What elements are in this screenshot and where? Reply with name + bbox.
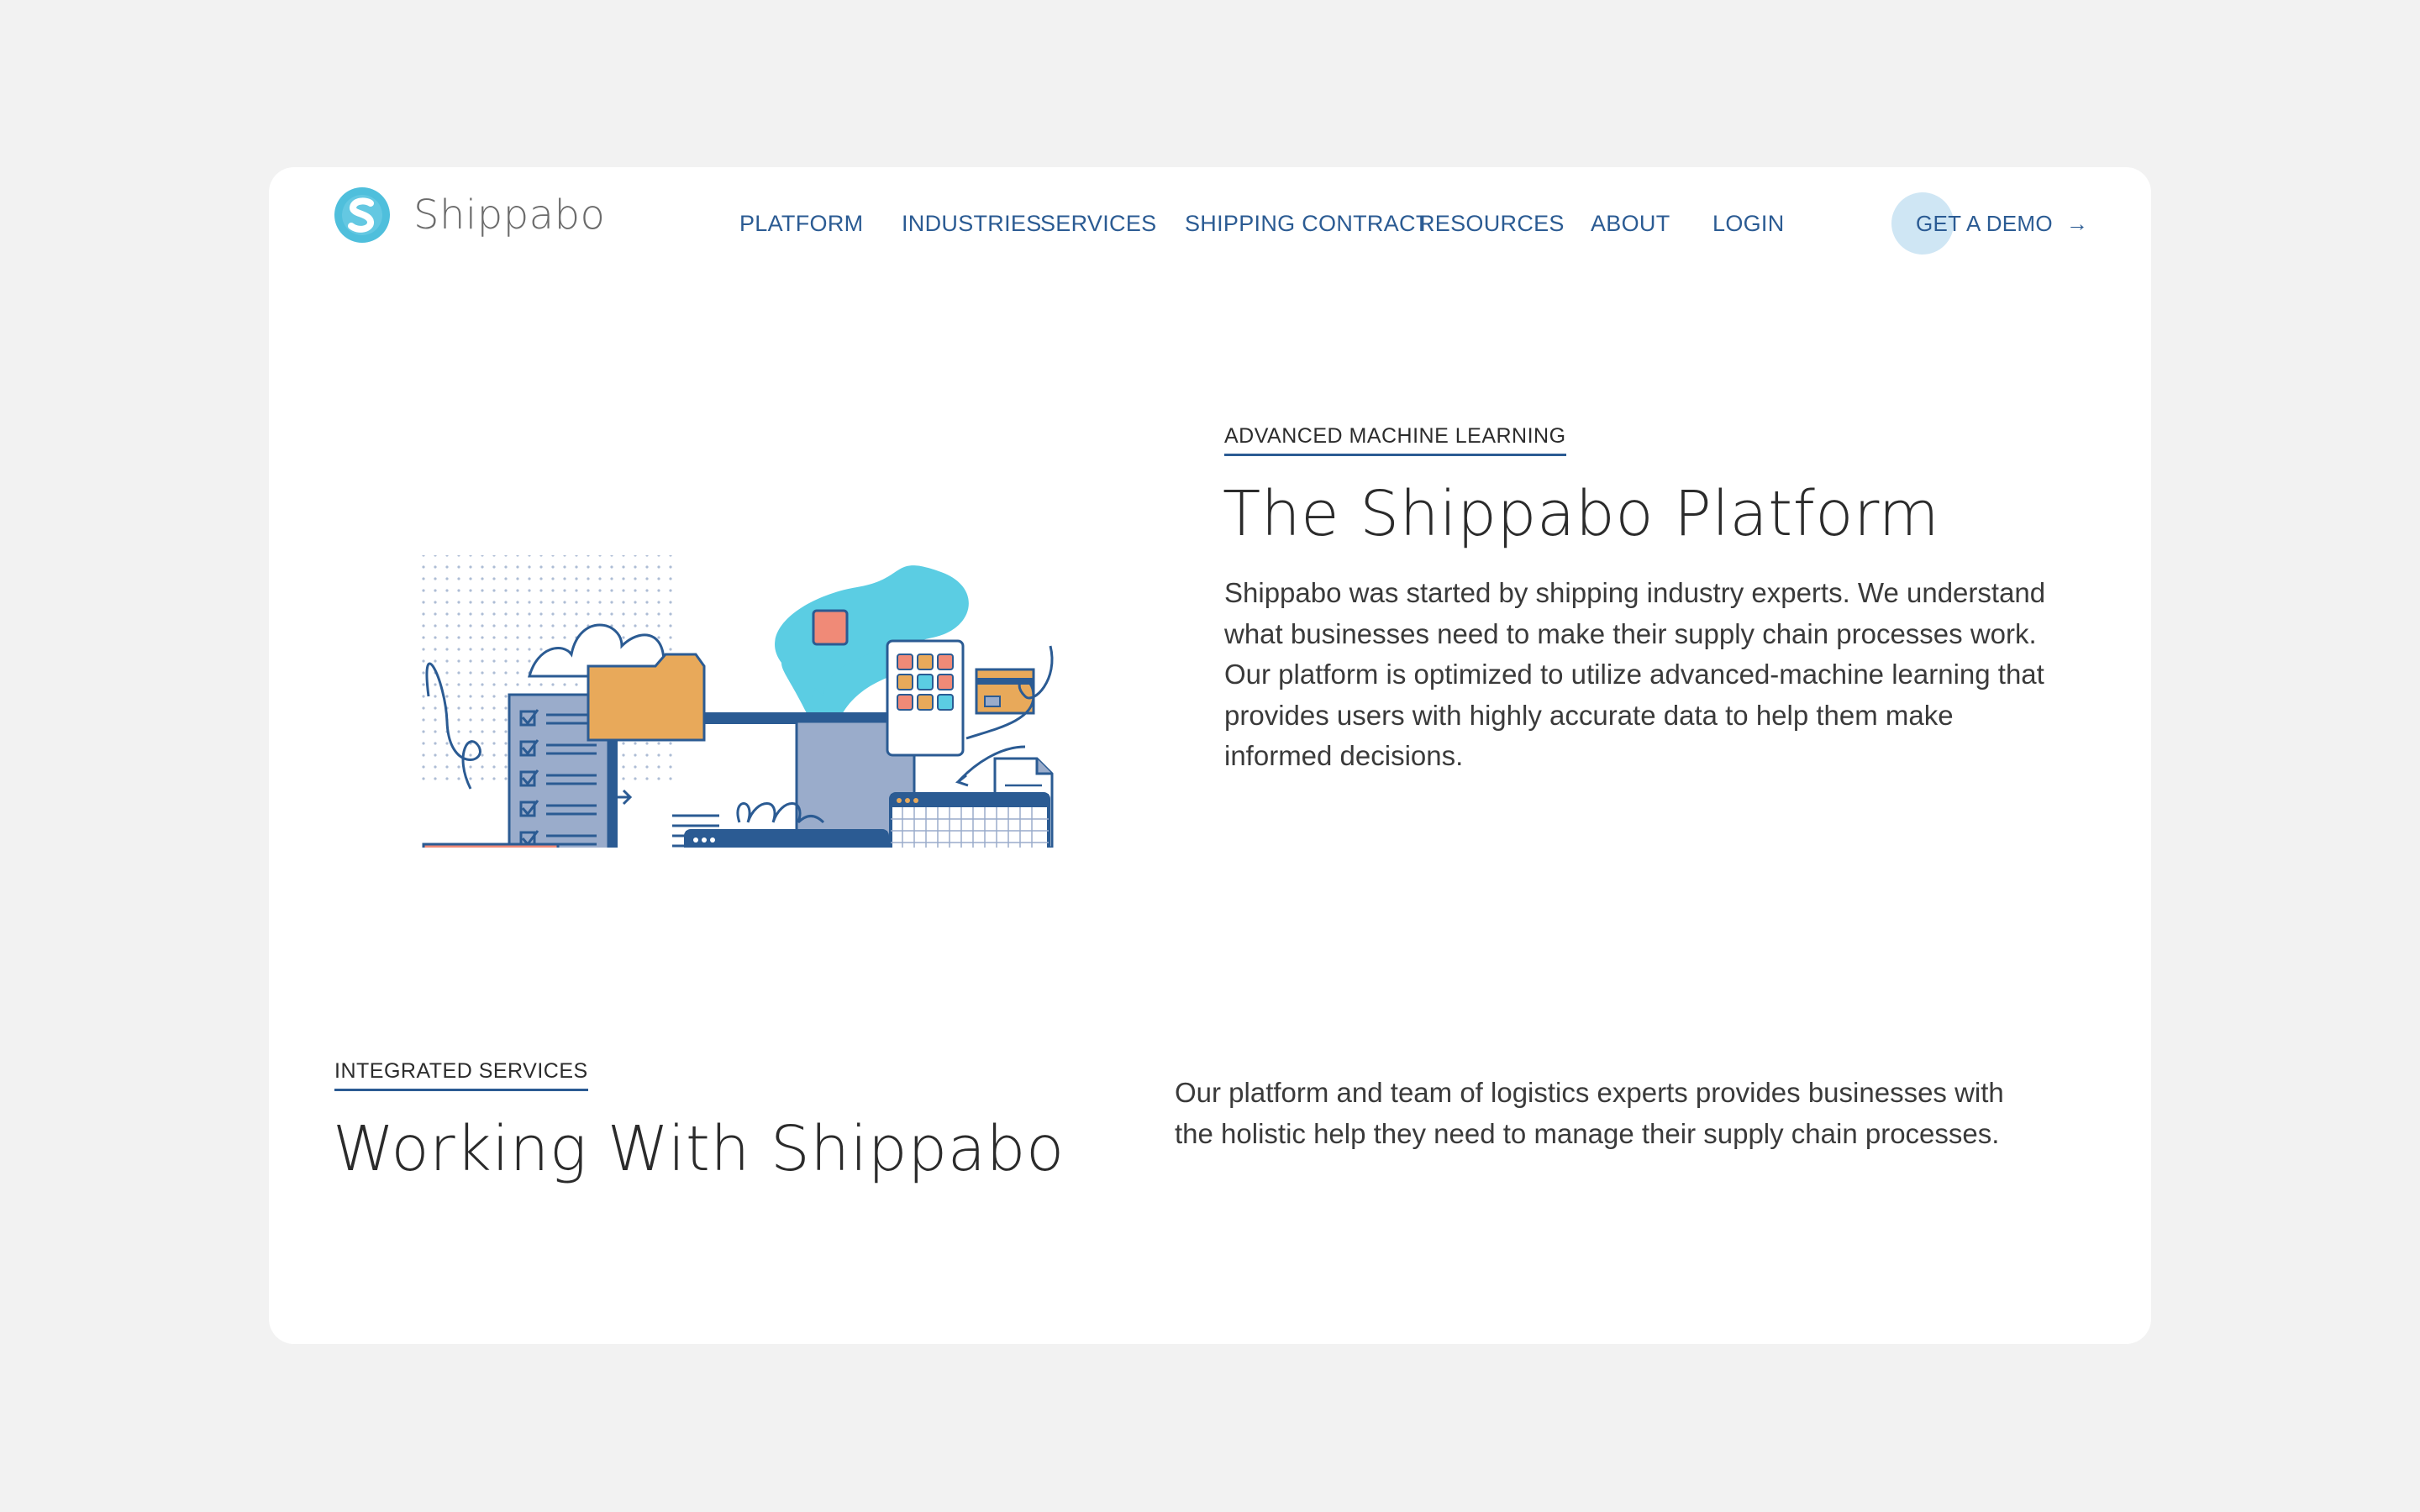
coral-square <box>812 609 849 646</box>
integrated-eyebrow: INTEGRATED SERVICES <box>334 1059 588 1091</box>
folder-icon <box>587 653 706 742</box>
hero-eyebrow: ADVANCED MACHINE LEARNING <box>1224 424 1566 456</box>
grid-window <box>889 792 1050 848</box>
shippabo-s-logo-icon <box>334 187 390 243</box>
nav-item-about[interactable]: ABOUT <box>1591 211 1670 237</box>
integrated-description: Our platform and team of logistics exper… <box>1175 1077 2004 1149</box>
hero-description: Shippabo was started by shipping industr… <box>1224 577 2046 771</box>
coral-window-bar <box>686 831 887 848</box>
page-card: Shippabo PLATFORM INDUSTRIES SERVICES SH… <box>269 167 2151 1344</box>
hero-title: The Shippabo Platform <box>1223 478 1940 550</box>
nav-item-login[interactable]: LOGIN <box>1712 211 1785 237</box>
logo-text: Shippabo <box>413 192 606 239</box>
platform-illustration <box>420 555 1054 848</box>
credit-card-icon <box>975 668 1035 715</box>
arrow-right-icon: → <box>2065 210 2088 236</box>
nav-item-shipping-contract[interactable]: SHIPPING CONTRACT <box>1185 211 1430 237</box>
nav-item-industries[interactable]: INDUSTRIES <box>902 211 1042 237</box>
nav-item-resources[interactable]: RESOURCES <box>1418 211 1565 237</box>
nav-item-services[interactable]: SERVICES <box>1040 211 1156 237</box>
get-a-demo-button[interactable]: GET A DEMO → <box>1891 192 2088 255</box>
logo[interactable]: Shippabo <box>334 187 605 243</box>
phone-icon <box>886 639 965 757</box>
integrated-title: Working With Shippabo <box>333 1113 1065 1185</box>
get-a-demo-label: GET A DEMO <box>1916 210 2053 236</box>
nav-item-platform[interactable]: PLATFORM <box>739 211 863 237</box>
